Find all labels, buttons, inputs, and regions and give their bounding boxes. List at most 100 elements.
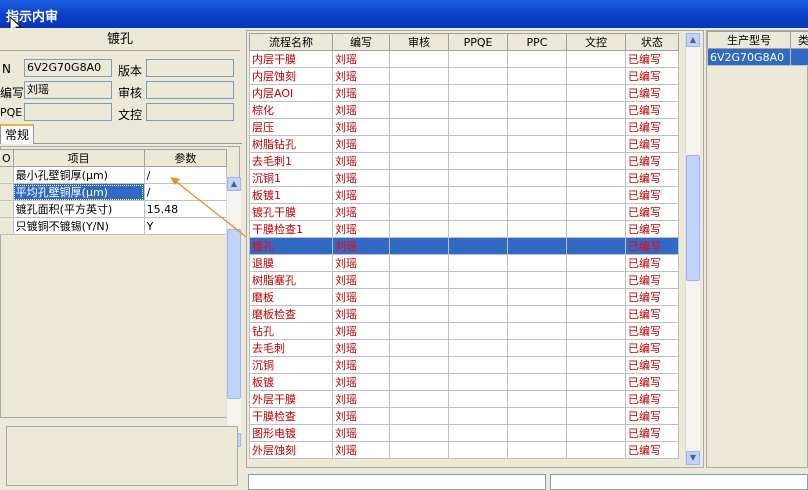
reviewer-cell[interactable]: [390, 221, 449, 238]
ppc-cell[interactable]: [508, 68, 567, 85]
model-cell[interactable]: 6V2G70G8A0: [708, 49, 791, 66]
writer-cell[interactable]: 刘瑶: [333, 289, 390, 306]
table-row[interactable]: 棕化刘瑶已编写: [250, 102, 679, 119]
status-cell[interactable]: 已编写: [626, 289, 679, 306]
process-name-cell[interactable]: 沉铜1: [250, 170, 333, 187]
writer-cell[interactable]: 刘瑶: [333, 102, 390, 119]
process-name-cell[interactable]: 板镀1: [250, 187, 333, 204]
ppqe-cell[interactable]: [449, 238, 508, 255]
doc-control-cell[interactable]: [567, 221, 626, 238]
doc-control-cell[interactable]: [567, 85, 626, 102]
status-cell[interactable]: 已编写: [626, 51, 679, 68]
table-row[interactable]: 干膜检查刘瑶已编写: [250, 408, 679, 425]
process-name-cell[interactable]: 板镀: [250, 374, 333, 391]
table-row[interactable]: 干膜检查1刘瑶已编写: [250, 221, 679, 238]
reviewer-field[interactable]: [146, 81, 234, 99]
ppqe-cell[interactable]: [449, 306, 508, 323]
ppqe-cell[interactable]: [449, 255, 508, 272]
status-cell[interactable]: 已编写: [626, 204, 679, 221]
col-type[interactable]: 类: [791, 32, 808, 49]
doc-control-cell[interactable]: [567, 238, 626, 255]
process-name-cell[interactable]: 棕化: [250, 102, 333, 119]
scroll-down-button[interactable]: ▼: [686, 451, 700, 465]
reviewer-cell[interactable]: [390, 238, 449, 255]
status-cell[interactable]: 已编写: [626, 119, 679, 136]
table-row[interactable]: 外层蚀刻刘瑶已编写: [250, 442, 679, 459]
status-cell[interactable]: 已编写: [626, 357, 679, 374]
process-name-cell[interactable]: 树脂钻孔: [250, 136, 333, 153]
process-name-cell[interactable]: 树脂塞孔: [250, 272, 333, 289]
doc-control-cell[interactable]: [567, 306, 626, 323]
ppqe-cell[interactable]: [449, 136, 508, 153]
reviewer-cell[interactable]: [390, 340, 449, 357]
table-row[interactable]: 磨板刘瑶已编写: [250, 289, 679, 306]
ppc-cell[interactable]: [508, 221, 567, 238]
doc-control-cell[interactable]: [567, 153, 626, 170]
reviewer-cell[interactable]: [390, 255, 449, 272]
process-name-cell[interactable]: 干膜检查1: [250, 221, 333, 238]
ppqe-cell[interactable]: [449, 289, 508, 306]
writer-cell[interactable]: 刘瑶: [333, 170, 390, 187]
process-name-cell[interactable]: 内层干膜: [250, 51, 333, 68]
ppc-cell[interactable]: [508, 119, 567, 136]
doc-control-cell[interactable]: [567, 119, 626, 136]
ppqe-cell[interactable]: [449, 68, 508, 85]
col-doc-control[interactable]: 文控: [567, 34, 626, 51]
status-cell[interactable]: 已编写: [626, 340, 679, 357]
table-row[interactable]: 镀孔刘瑶已编写: [250, 238, 679, 255]
writer-cell[interactable]: 刘瑶: [333, 153, 390, 170]
status-cell[interactable]: 已编写: [626, 374, 679, 391]
tab-general[interactable]: 常规: [0, 124, 34, 144]
ppc-cell[interactable]: [508, 425, 567, 442]
col-ppc[interactable]: PPC: [508, 34, 567, 51]
writer-cell[interactable]: 刘瑶: [333, 51, 390, 68]
table-row[interactable]: 外层干膜刘瑶已编写: [250, 391, 679, 408]
ppc-cell[interactable]: [508, 51, 567, 68]
table-row[interactable]: 层压刘瑶已编写: [250, 119, 679, 136]
ppc-cell[interactable]: [508, 408, 567, 425]
doc-control-cell[interactable]: [567, 391, 626, 408]
table-row[interactable]: 去毛刺1刘瑶已编写: [250, 153, 679, 170]
scroll-thumb[interactable]: [227, 229, 241, 399]
status-cell[interactable]: 已编写: [626, 425, 679, 442]
ppqe-cell[interactable]: [449, 408, 508, 425]
reviewer-cell[interactable]: [390, 187, 449, 204]
table-row[interactable]: 钻孔刘瑶已编写: [250, 323, 679, 340]
status-cell[interactable]: 已编写: [626, 85, 679, 102]
table-row[interactable]: 树脂塞孔刘瑶已编写: [250, 272, 679, 289]
ppc-cell[interactable]: [508, 85, 567, 102]
reviewer-cell[interactable]: [390, 306, 449, 323]
doc-control-cell[interactable]: [567, 68, 626, 85]
ppc-cell[interactable]: [508, 204, 567, 221]
process-name-cell[interactable]: 钻孔: [250, 323, 333, 340]
param-col-value[interactable]: 参数: [144, 150, 226, 167]
ppc-cell[interactable]: [508, 442, 567, 459]
table-row[interactable]: 去毛刺刘瑶已编写: [250, 340, 679, 357]
doc-control-cell[interactable]: [567, 323, 626, 340]
process-name-cell[interactable]: 镀孔: [250, 238, 333, 255]
scroll-up-button[interactable]: ▲: [686, 33, 700, 47]
ppc-cell[interactable]: [508, 323, 567, 340]
ppqe-cell[interactable]: [449, 153, 508, 170]
ppqe-cell[interactable]: [449, 221, 508, 238]
ppqe-cell[interactable]: [449, 442, 508, 459]
ppqe-cell[interactable]: [449, 187, 508, 204]
table-row[interactable]: 镀孔干膜刘瑶已编写: [250, 204, 679, 221]
writer-cell[interactable]: 刘瑶: [333, 221, 390, 238]
table-row[interactable]: 内层AOI刘瑶已编写: [250, 85, 679, 102]
process-name-cell[interactable]: 内层AOI: [250, 85, 333, 102]
ppc-cell[interactable]: [508, 391, 567, 408]
writer-cell[interactable]: 刘瑶: [333, 425, 390, 442]
writer-cell[interactable]: 刘瑶: [333, 374, 390, 391]
writer-cell[interactable]: 刘瑶: [333, 442, 390, 459]
param-col-item[interactable]: 项目: [13, 150, 144, 167]
doc-control-cell[interactable]: [567, 425, 626, 442]
status-cell[interactable]: 已编写: [626, 170, 679, 187]
doc-control-cell[interactable]: [567, 204, 626, 221]
reviewer-cell[interactable]: [390, 357, 449, 374]
status-cell[interactable]: 已编写: [626, 255, 679, 272]
ppqe-cell[interactable]: [449, 102, 508, 119]
ppqe-cell[interactable]: [449, 204, 508, 221]
ppc-cell[interactable]: [508, 255, 567, 272]
ppqe-cell[interactable]: [449, 85, 508, 102]
